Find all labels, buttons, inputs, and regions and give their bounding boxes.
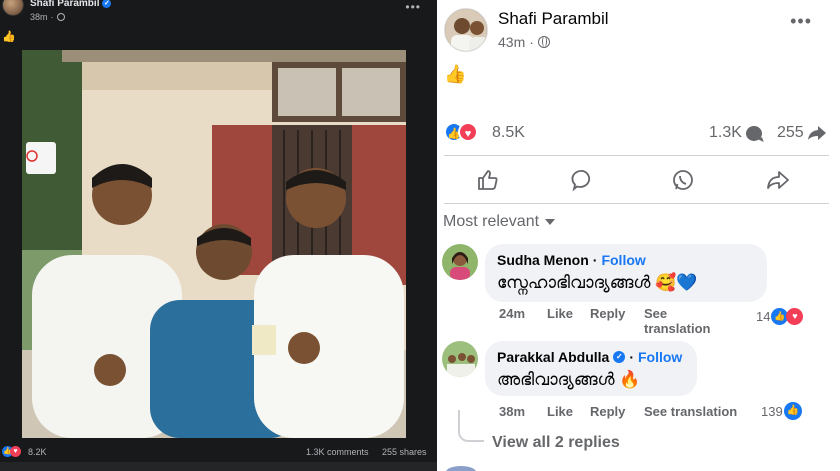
- avatar-photo: [442, 341, 478, 377]
- comment-count-link[interactable]: 1.3K: [709, 124, 762, 142]
- comment-reaction-count: 14: [756, 309, 771, 324]
- reaction-count[interactable]: 8.2K: [28, 447, 47, 457]
- next-commenter-avatar[interactable]: [446, 466, 476, 471]
- avatar-photo: [442, 244, 478, 280]
- commenter-avatar[interactable]: [442, 244, 478, 280]
- photo-illustration: [22, 50, 406, 438]
- whatsapp-icon: [673, 170, 693, 190]
- avatar-photo: [445, 9, 487, 51]
- commenter-name[interactable]: Parakkal Abdulla: [497, 349, 609, 365]
- share-count-link[interactable]: 255: [777, 124, 826, 142]
- more-options-icon[interactable]: •••: [405, 0, 421, 14]
- share-count: 255: [777, 124, 804, 141]
- comment-reactions[interactable]: 14 👍 ♥: [756, 308, 804, 325]
- reaction-icons[interactable]: 👍 ♥: [2, 446, 21, 457]
- share-button[interactable]: [764, 166, 792, 194]
- dark-post-stats: 👍 ♥ 8.2K 1.3K comments 255 shares: [0, 444, 437, 460]
- like-reaction-icon: 👍: [783, 402, 802, 420]
- post-time[interactable]: 43m: [498, 34, 525, 50]
- comment-reaction-count: 139: [761, 403, 783, 419]
- follow-button[interactable]: Follow: [601, 252, 645, 268]
- commenter-name-row: Parakkal Abdulla ✓ · Follow: [497, 349, 683, 365]
- dot-separator: ·: [50, 12, 54, 22]
- globe-icon: [56, 13, 65, 21]
- post-time-row: 38m ·: [30, 12, 65, 22]
- share-icon: [767, 171, 789, 189]
- see-translation-link[interactable]: See translation: [644, 404, 737, 419]
- author-name-row[interactable]: Shafi Parambil ✓: [30, 0, 112, 9]
- comment-reactions[interactable]: 139 👍: [761, 402, 802, 420]
- reply-link[interactable]: Reply: [590, 404, 625, 419]
- love-reaction-icon: ♥: [786, 308, 804, 325]
- reaction-count[interactable]: 8.5K: [492, 124, 525, 142]
- reaction-icons[interactable]: 👍 ♥: [444, 122, 478, 142]
- commenter-name-row: Sudha Menon · Follow: [497, 252, 646, 268]
- like-button[interactable]: [474, 166, 502, 194]
- post-time[interactable]: 38m: [30, 12, 48, 22]
- comment-time[interactable]: 38m: [499, 404, 525, 419]
- post-body-emoji: 👍: [2, 31, 16, 43]
- comment-bubble-icon: [745, 125, 762, 141]
- more-options-icon[interactable]: •••: [790, 12, 812, 30]
- love-reaction-icon: ♥: [458, 122, 478, 142]
- follow-button[interactable]: Follow: [638, 349, 682, 365]
- share-arrow-icon: [807, 126, 826, 140]
- comment-text: സ്നേഹാഭിവാദ്യങ്ങൾ 🥰💙: [497, 273, 698, 292]
- commenter-avatar[interactable]: [442, 341, 478, 377]
- like-link[interactable]: Like: [547, 404, 573, 419]
- thumbs-up-icon: [478, 170, 498, 190]
- reply-thread-line: [458, 410, 484, 442]
- see-translation-link[interactable]: See translation: [644, 306, 724, 336]
- comment-sort-dropdown[interactable]: Most relevant: [443, 213, 556, 231]
- verified-badge-icon: ✓: [102, 0, 112, 8]
- author-name[interactable]: Shafi Parambil: [498, 9, 609, 29]
- comments-count[interactable]: 1.3K comments: [306, 447, 369, 457]
- reply-link[interactable]: Reply: [590, 306, 625, 321]
- post-time-row: 43m ·: [498, 34, 550, 50]
- comment-button[interactable]: [569, 166, 597, 194]
- dark-post-footer: [0, 462, 437, 471]
- comment-icon: [571, 169, 591, 192]
- dark-post-header: Shafi Parambil ✓ 38m · •••: [0, 0, 437, 28]
- commenter-name[interactable]: Sudha Menon: [497, 252, 589, 268]
- comment-bubble[interactable]: Sudha Menon · Follow സ്നേഹാഭിവാദ്യങ്ങൾ 🥰…: [485, 244, 767, 302]
- screenshot-root: Shafi Parambil ✓ 38m · ••• 👍 👍 ♥ 8.2K 1.…: [0, 0, 840, 471]
- comment-count: 1.3K: [709, 124, 742, 141]
- post-photo[interactable]: [22, 50, 406, 438]
- comment-item: Parakkal Abdulla ✓ · Follow അഭിവാദ്യങ്ങൾ…: [442, 341, 837, 431]
- post-body-emoji: 👍: [444, 64, 467, 84]
- globe-icon: [537, 36, 550, 48]
- comment-item: Sudha Menon · Follow സ്നേഹാഭിവാദ്യങ്ങൾ 🥰…: [442, 244, 837, 339]
- post-stats: 👍 ♥ 8.5K 1.3K 255: [444, 120, 829, 146]
- divider: [444, 155, 829, 156]
- divider: [444, 203, 829, 204]
- whatsapp-share-button[interactable]: [669, 166, 697, 194]
- dot-separator: ·: [529, 34, 534, 50]
- comment-text: അഭിവാദ്യങ്ങൾ 🔥: [497, 370, 641, 389]
- comment-time[interactable]: 24m: [499, 306, 525, 321]
- author-avatar[interactable]: [444, 8, 488, 52]
- sort-label: Most relevant: [443, 213, 540, 230]
- love-reaction-icon: ♥: [10, 446, 21, 457]
- dark-post: Shafi Parambil ✓ 38m · ••• 👍 👍 ♥ 8.2K 1.…: [0, 0, 437, 471]
- view-replies-link[interactable]: View all 2 replies: [492, 434, 620, 452]
- author-avatar[interactable]: [2, 0, 24, 16]
- shares-count[interactable]: 255 shares: [382, 447, 427, 457]
- chevron-down-icon: [545, 219, 556, 225]
- author-name[interactable]: Shafi Parambil: [30, 0, 99, 9]
- post-actions: [444, 160, 829, 200]
- comment-bubble[interactable]: Parakkal Abdulla ✓ · Follow അഭിവാദ്യങ്ങൾ…: [485, 341, 697, 396]
- like-link[interactable]: Like: [547, 306, 573, 321]
- verified-badge-icon: ✓: [613, 351, 626, 363]
